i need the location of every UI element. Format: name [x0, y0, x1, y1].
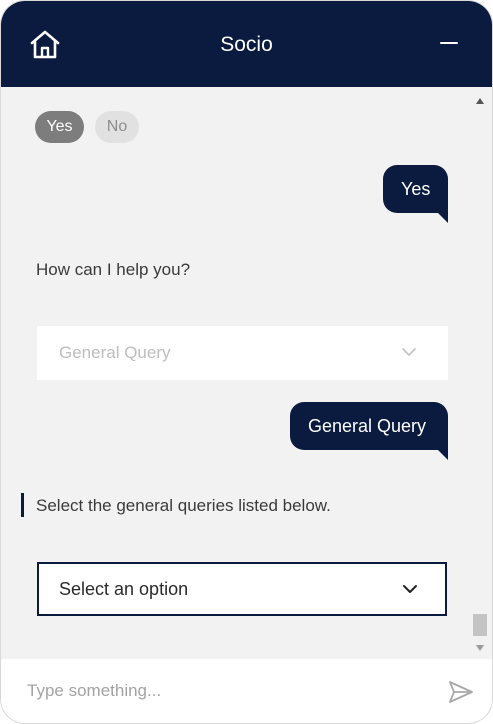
minimize-icon	[440, 42, 458, 44]
chat-scrollbar[interactable]	[469, 87, 492, 659]
chevron-down-icon	[403, 585, 417, 593]
chat-transcript: Yes No Yes How can I help you? General Q…	[1, 87, 469, 659]
send-button[interactable]	[447, 678, 475, 706]
message-input[interactable]	[15, 673, 425, 709]
bot-message-indicator	[21, 493, 24, 517]
quick-reply-no[interactable]: No	[95, 111, 139, 143]
user-message-yes: Yes	[383, 165, 448, 223]
query-select-value: Select an option	[59, 579, 189, 599]
answered-dropdown-value: General Query	[59, 343, 171, 362]
chat-widget: Socio Yes No Yes How can I help you? Gen…	[1, 1, 492, 723]
user-message-general-query: General Query	[290, 402, 448, 460]
minimize-button[interactable]	[435, 29, 463, 57]
chevron-down-icon	[402, 348, 416, 356]
query-select-dropdown[interactable]: Select an option	[37, 562, 447, 616]
header-title: Socio	[220, 33, 273, 56]
quick-reply-yes[interactable]: Yes	[35, 111, 84, 143]
answered-dropdown: General Query	[37, 326, 448, 380]
scroll-thumb[interactable]	[473, 614, 487, 636]
scroll-up-arrow-icon[interactable]	[476, 98, 484, 104]
bot-message-help: How can I help you?	[36, 260, 191, 279]
bot-message-select: Select the general queries listed below.	[36, 496, 331, 515]
chat-header: Socio	[1, 1, 492, 87]
send-icon	[449, 681, 473, 703]
scroll-down-arrow-icon[interactable]	[476, 645, 484, 651]
message-composer	[1, 659, 492, 723]
